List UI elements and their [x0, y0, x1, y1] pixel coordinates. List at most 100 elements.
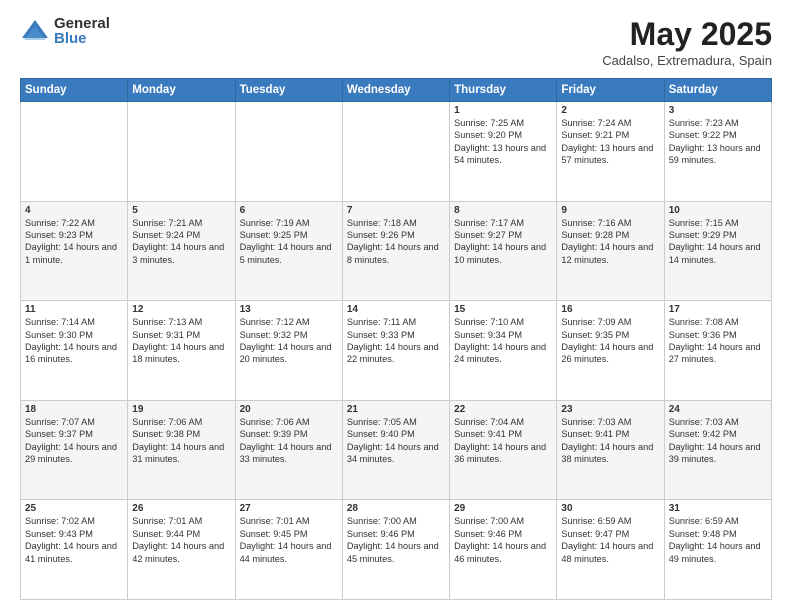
day-cell [235, 102, 342, 202]
calendar-table: Sunday Monday Tuesday Wednesday Thursday… [20, 78, 772, 600]
week-row-4: 18Sunrise: 7:07 AMSunset: 9:37 PMDayligh… [21, 400, 772, 500]
day-number: 4 [25, 205, 123, 216]
day-number: 7 [347, 205, 445, 216]
day-info: Daylight: 14 hours and 12 minutes. [561, 241, 659, 266]
day-cell [342, 102, 449, 202]
day-cell: 2Sunrise: 7:24 AMSunset: 9:21 PMDaylight… [557, 102, 664, 202]
day-info: Daylight: 14 hours and 33 minutes. [240, 441, 338, 466]
day-info: Sunrise: 7:14 AM [25, 316, 123, 328]
day-info: Daylight: 14 hours and 36 minutes. [454, 441, 552, 466]
day-info: Sunrise: 7:06 AM [240, 416, 338, 428]
day-info: Daylight: 14 hours and 41 minutes. [25, 540, 123, 565]
day-cell: 3Sunrise: 7:23 AMSunset: 9:22 PMDaylight… [664, 102, 771, 202]
day-cell: 17Sunrise: 7:08 AMSunset: 9:36 PMDayligh… [664, 301, 771, 401]
day-info: Sunset: 9:21 PM [561, 129, 659, 141]
day-info: Sunrise: 7:01 AM [240, 515, 338, 527]
day-cell: 1Sunrise: 7:25 AMSunset: 9:20 PMDaylight… [450, 102, 557, 202]
day-info: Sunset: 9:30 PM [25, 329, 123, 341]
day-info: Daylight: 14 hours and 24 minutes. [454, 341, 552, 366]
day-info: Sunset: 9:40 PM [347, 428, 445, 440]
day-info: Daylight: 14 hours and 1 minute. [25, 241, 123, 266]
day-info: Sunrise: 7:18 AM [347, 217, 445, 229]
day-cell: 21Sunrise: 7:05 AMSunset: 9:40 PMDayligh… [342, 400, 449, 500]
day-number: 11 [25, 304, 123, 315]
day-info: Sunset: 9:32 PM [240, 329, 338, 341]
day-cell: 14Sunrise: 7:11 AMSunset: 9:33 PMDayligh… [342, 301, 449, 401]
day-number: 10 [669, 205, 767, 216]
header-wednesday: Wednesday [342, 79, 449, 102]
day-info: Daylight: 14 hours and 22 minutes. [347, 341, 445, 366]
day-cell: 4Sunrise: 7:22 AMSunset: 9:23 PMDaylight… [21, 201, 128, 301]
logo-general: General [54, 16, 110, 31]
day-info: Daylight: 13 hours and 54 minutes. [454, 142, 552, 167]
day-info: Daylight: 14 hours and 16 minutes. [25, 341, 123, 366]
day-info: Sunrise: 7:24 AM [561, 117, 659, 129]
day-number: 20 [240, 404, 338, 415]
day-info: Sunset: 9:44 PM [132, 528, 230, 540]
day-cell: 7Sunrise: 7:18 AMSunset: 9:26 PMDaylight… [342, 201, 449, 301]
day-info: Sunset: 9:45 PM [240, 528, 338, 540]
day-cell: 13Sunrise: 7:12 AMSunset: 9:32 PMDayligh… [235, 301, 342, 401]
day-info: Sunset: 9:28 PM [561, 229, 659, 241]
day-info: Sunset: 9:41 PM [561, 428, 659, 440]
title-block: May 2025 Cadalso, Extremadura, Spain [602, 16, 772, 68]
day-info: Sunset: 9:36 PM [669, 329, 767, 341]
day-info: Sunrise: 7:22 AM [25, 217, 123, 229]
day-info: Daylight: 14 hours and 48 minutes. [561, 540, 659, 565]
day-info: Sunset: 9:34 PM [454, 329, 552, 341]
day-cell: 18Sunrise: 7:07 AMSunset: 9:37 PMDayligh… [21, 400, 128, 500]
day-cell: 20Sunrise: 7:06 AMSunset: 9:39 PMDayligh… [235, 400, 342, 500]
day-info: Sunset: 9:39 PM [240, 428, 338, 440]
day-info: Sunrise: 7:04 AM [454, 416, 552, 428]
day-info: Daylight: 13 hours and 59 minutes. [669, 142, 767, 167]
header-saturday: Saturday [664, 79, 771, 102]
day-number: 12 [132, 304, 230, 315]
day-number: 24 [669, 404, 767, 415]
day-info: Daylight: 14 hours and 45 minutes. [347, 540, 445, 565]
day-number: 28 [347, 503, 445, 514]
day-info: Sunset: 9:37 PM [25, 428, 123, 440]
day-cell: 31Sunrise: 6:59 AMSunset: 9:48 PMDayligh… [664, 500, 771, 600]
day-info: Sunrise: 7:19 AM [240, 217, 338, 229]
day-number: 9 [561, 205, 659, 216]
day-info: Sunrise: 7:00 AM [454, 515, 552, 527]
day-info: Sunrise: 7:03 AM [669, 416, 767, 428]
logo-blue: Blue [54, 31, 110, 46]
day-cell [128, 102, 235, 202]
day-info: Sunrise: 7:02 AM [25, 515, 123, 527]
week-row-2: 4Sunrise: 7:22 AMSunset: 9:23 PMDaylight… [21, 201, 772, 301]
day-info: Sunset: 9:38 PM [132, 428, 230, 440]
week-row-5: 25Sunrise: 7:02 AMSunset: 9:43 PMDayligh… [21, 500, 772, 600]
day-number: 16 [561, 304, 659, 315]
day-info: Sunset: 9:47 PM [561, 528, 659, 540]
day-info: Sunset: 9:26 PM [347, 229, 445, 241]
day-info: Sunrise: 7:01 AM [132, 515, 230, 527]
day-info: Sunrise: 7:21 AM [132, 217, 230, 229]
day-number: 27 [240, 503, 338, 514]
day-info: Sunset: 9:46 PM [454, 528, 552, 540]
logo-text: General Blue [54, 16, 110, 46]
day-info: Daylight: 14 hours and 42 minutes. [132, 540, 230, 565]
day-cell: 24Sunrise: 7:03 AMSunset: 9:42 PMDayligh… [664, 400, 771, 500]
day-info: Sunrise: 7:06 AM [132, 416, 230, 428]
day-info: Sunrise: 7:11 AM [347, 316, 445, 328]
day-info: Daylight: 14 hours and 31 minutes. [132, 441, 230, 466]
week-row-3: 11Sunrise: 7:14 AMSunset: 9:30 PMDayligh… [21, 301, 772, 401]
day-number: 22 [454, 404, 552, 415]
day-cell: 22Sunrise: 7:04 AMSunset: 9:41 PMDayligh… [450, 400, 557, 500]
day-info: Sunset: 9:48 PM [669, 528, 767, 540]
day-info: Sunrise: 7:07 AM [25, 416, 123, 428]
day-number: 29 [454, 503, 552, 514]
day-number: 30 [561, 503, 659, 514]
day-info: Daylight: 14 hours and 34 minutes. [347, 441, 445, 466]
day-info: Daylight: 14 hours and 3 minutes. [132, 241, 230, 266]
day-info: Sunrise: 7:25 AM [454, 117, 552, 129]
day-number: 13 [240, 304, 338, 315]
day-cell: 19Sunrise: 7:06 AMSunset: 9:38 PMDayligh… [128, 400, 235, 500]
day-info: Sunrise: 7:10 AM [454, 316, 552, 328]
day-info: Sunset: 9:35 PM [561, 329, 659, 341]
day-number: 8 [454, 205, 552, 216]
day-info: Sunrise: 7:03 AM [561, 416, 659, 428]
day-info: Daylight: 13 hours and 57 minutes. [561, 142, 659, 167]
day-info: Daylight: 14 hours and 49 minutes. [669, 540, 767, 565]
